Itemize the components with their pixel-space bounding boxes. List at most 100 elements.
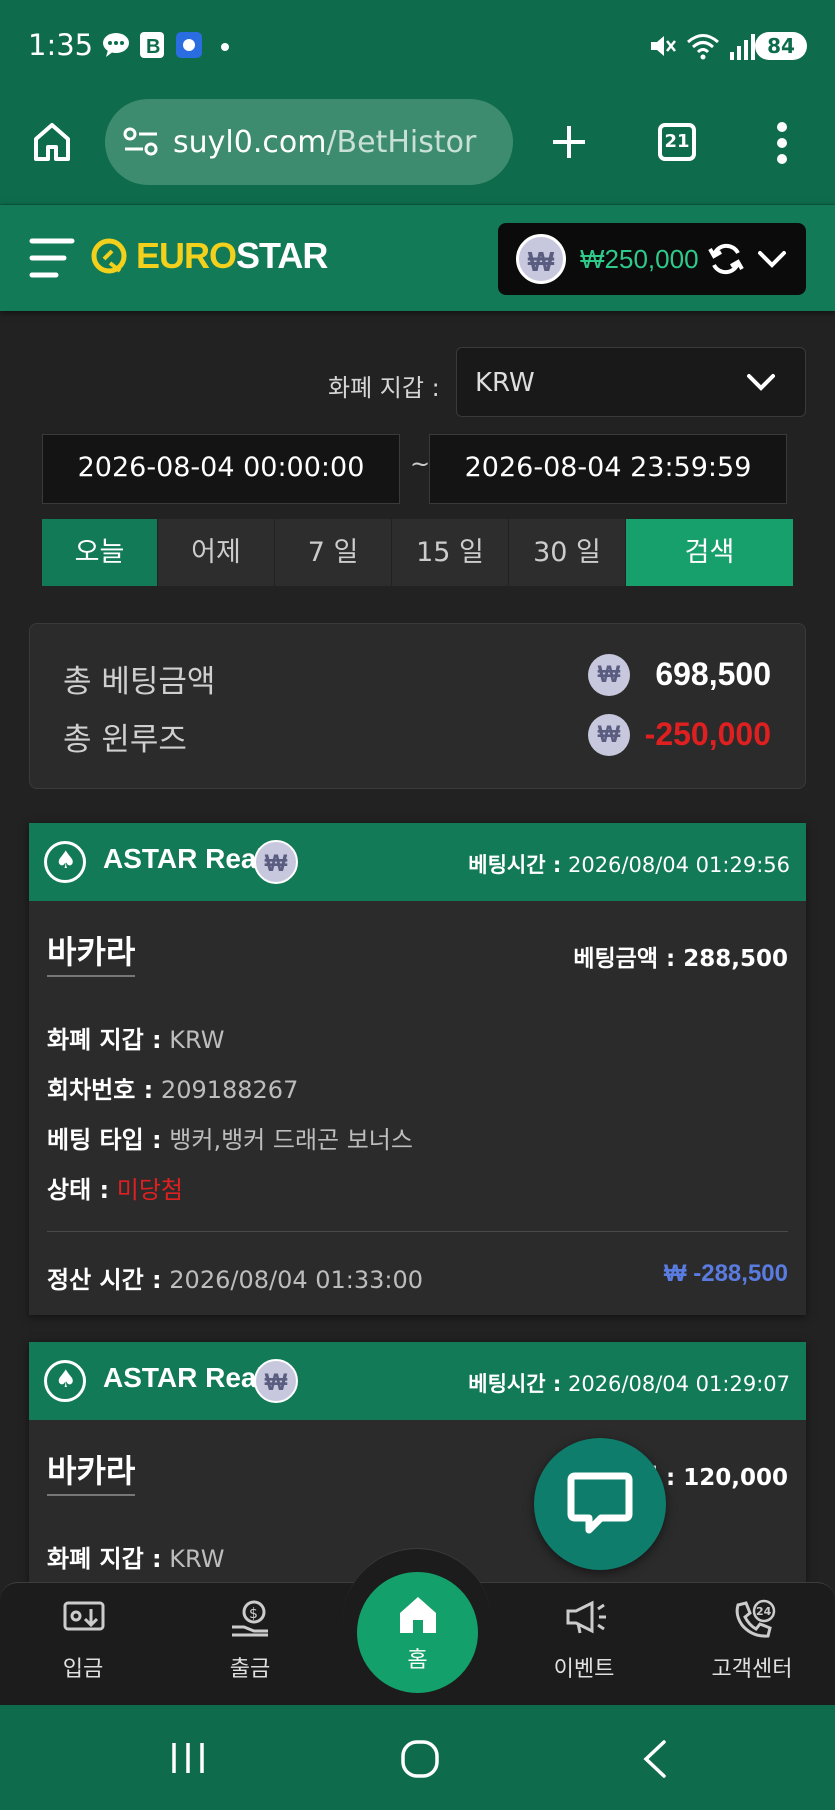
home-icon (400, 1597, 436, 1633)
nav-event[interactable]: 이벤트 (524, 1583, 644, 1706)
round-row-label: 회차번호 : (47, 1076, 154, 1104)
nav-support[interactable]: 24 고객센터 (692, 1583, 812, 1706)
system-home-icon[interactable] (400, 1739, 440, 1779)
search-button[interactable]: 검색 (626, 519, 794, 586)
total-winloss-label: 총 윈루즈 (63, 722, 187, 758)
casino-chip-icon (44, 841, 86, 883)
bet-time-value: 2026/08/04 01:29:56 (567, 853, 790, 877)
tab-7-days[interactable]: 7 일 (275, 519, 392, 586)
wallet-row-label: 화폐 지갑 : (47, 1026, 162, 1054)
deposit-icon (63, 1601, 105, 1631)
more-notifications-dot-icon (221, 43, 229, 51)
provider-name: ASTAR Real (103, 843, 265, 874)
wifi-icon (687, 34, 719, 60)
round-row-value: 209188267 (160, 1076, 299, 1104)
date-from-input[interactable]: 2026-08-04 00:00:00 (42, 434, 400, 504)
mute-icon (651, 36, 676, 56)
recent-apps-icon[interactable] (168, 1741, 208, 1775)
bet-type-row: 베팅 타입 : 뱅커,뱅커 드래곤 보너스 (47, 1120, 413, 1155)
settle-row-value: 2026/08/04 01:33:00 (169, 1266, 424, 1294)
bet-time-label: 베팅시간 : (468, 853, 562, 877)
bet-card[interactable]: ASTAR Real ₩ 베팅시간 : 2026/08/04 01:29:56 … (29, 823, 806, 1315)
wallet-row-value: KRW (169, 1026, 225, 1054)
status-row-label: 상태 : (47, 1176, 110, 1204)
nav-home-label: 홈 (407, 1648, 428, 1673)
tab-yesterday[interactable]: 어제 (158, 519, 275, 586)
won-currency-icon: ₩ (516, 234, 566, 284)
support-24-icon: 24 (735, 1599, 776, 1638)
tab-today[interactable]: 오늘 (42, 519, 158, 586)
total-bet-value: 698,500 (655, 656, 771, 692)
site-settings-icon[interactable] (123, 127, 159, 157)
period-tabs: 오늘 어제 7 일 15 일 30 일 검색 (42, 519, 794, 586)
address-bar[interactable]: suyl0.com/BetHistor (105, 99, 513, 185)
wallet-label: 화폐 지갑 : (328, 374, 440, 402)
tab-30-days[interactable]: 30 일 (509, 519, 626, 586)
chevron-down-icon[interactable] (756, 247, 788, 271)
battery-indicator: 84 (755, 32, 807, 60)
svg-text:24: 24 (756, 1605, 772, 1618)
tab-switcher-button[interactable]: 21 (658, 123, 696, 161)
svg-text:$: $ (249, 1606, 258, 1622)
wallet-select[interactable]: KRW (456, 347, 806, 417)
balance-widget[interactable]: ₩ ₩250,000 (498, 223, 806, 295)
bet-time: 베팅시간 : 2026/08/04 01:29:56 (468, 849, 790, 879)
bet-time-value: 2026/08/04 01:29:07 (567, 1372, 790, 1396)
payout-amount: ₩ -288,500 (663, 1260, 788, 1287)
chevron-down-icon (747, 374, 775, 391)
date-separator: ~ (410, 450, 431, 478)
signal-icon (730, 34, 755, 60)
back-icon[interactable] (640, 1739, 670, 1779)
bet-amount-value: 288,500 (683, 946, 788, 972)
megaphone-icon (566, 1600, 606, 1634)
logo-text-euro: EURO (136, 235, 237, 276)
bet-card-header: ASTAR Real ₩ 베팅시간 : 2026/08/04 01:29:07 (29, 1342, 806, 1420)
game-name-underline (47, 1494, 135, 1496)
nav-withdraw[interactable]: $ 출금 (190, 1583, 310, 1706)
date-to-input[interactable]: 2026-08-04 23:59:59 (429, 434, 787, 504)
refresh-icon[interactable] (708, 241, 744, 277)
game-name: 바카라 (47, 933, 136, 971)
bet-time-label: 베팅시간 : (468, 1372, 562, 1396)
won-currency-icon: ₩ (254, 840, 298, 884)
site-header: EUROSTAR ₩ ₩250,000 (0, 205, 835, 311)
status-bar: 1:35 B 84 (0, 0, 835, 95)
total-bet-label: 총 베팅금액 (63, 664, 216, 700)
browser-toolbar: suyl0.com/BetHistor 21 (0, 95, 835, 205)
withdraw-icon: $ (232, 1600, 268, 1637)
svg-text:B: B (146, 36, 160, 58)
nav-deposit[interactable]: 입금 (23, 1583, 143, 1706)
wallet-row-label: 화폐 지갑 : (47, 1545, 162, 1573)
live-chat-button[interactable] (534, 1438, 666, 1570)
provider-name: ASTAR Real (103, 1362, 265, 1393)
tab-15-days[interactable]: 15 일 (392, 519, 509, 586)
bet-type-row-value: 뱅커,뱅커 드래곤 보너스 (169, 1126, 413, 1154)
new-tab-icon[interactable] (550, 123, 588, 161)
won-currency-icon: ₩ (588, 714, 630, 756)
round-row: 회차번호 : 209188267 (47, 1070, 298, 1105)
url-path: /BetHistor (326, 125, 477, 160)
wallet-row: 화폐 지갑 : KRW (47, 1539, 224, 1574)
home-icon[interactable] (32, 121, 72, 163)
logo-text-star: STAR (236, 235, 328, 276)
chat-bubble-icon (567, 1472, 633, 1534)
bet-card[interactable]: ASTAR Real ₩ 베팅시간 : 2026/08/04 01:29:07 … (29, 1342, 806, 1582)
site-logo[interactable]: EUROSTAR (90, 235, 328, 277)
game-name: 바카라 (47, 1452, 136, 1490)
nav-home[interactable]: 홈 (354, 1569, 481, 1696)
wallet-row-value: KRW (169, 1545, 225, 1573)
settle-row: 정산 시간 : 2026/08/04 01:33:00 (47, 1260, 423, 1295)
bet-time: 베팅시간 : 2026/08/04 01:29:07 (468, 1368, 790, 1398)
hamburger-menu-icon[interactable] (28, 235, 76, 281)
app-notification-icon (176, 32, 202, 58)
logo-mark-icon (91, 238, 127, 274)
nav-withdraw-label: 출금 (229, 1657, 271, 1682)
more-options-icon[interactable] (772, 121, 792, 165)
status-badge: 미당첨 (116, 1176, 184, 1204)
casino-chip-icon (44, 1360, 86, 1402)
won-currency-icon: ₩ (588, 654, 630, 696)
android-nav-bar (0, 1705, 835, 1810)
game-name-underline (47, 975, 135, 977)
settle-row-label: 정산 시간 : (47, 1266, 162, 1294)
nav-support-label: 고객센터 (711, 1657, 793, 1682)
